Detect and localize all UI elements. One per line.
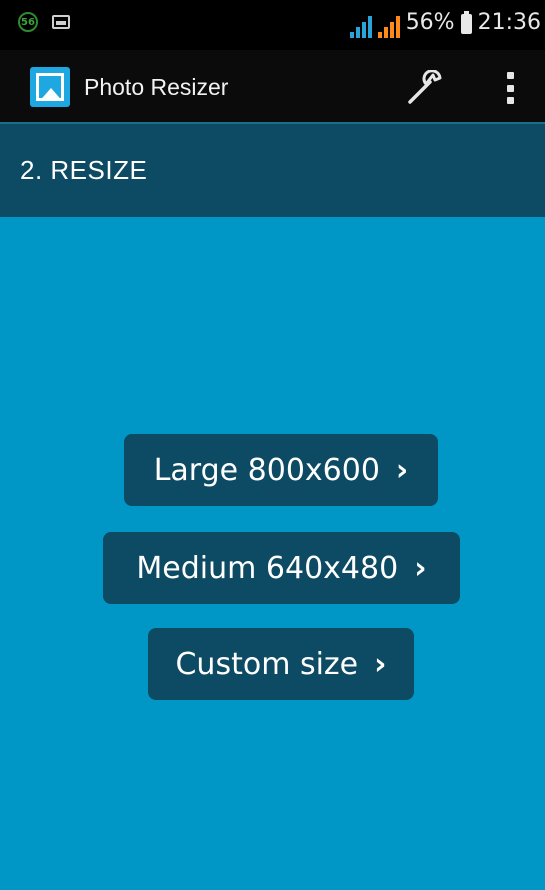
action-bar: Photo Resizer	[0, 50, 545, 124]
custom-size-button[interactable]: Custom size ›	[148, 628, 414, 700]
cell-signal-icon	[377, 16, 400, 38]
app-logo-icon[interactable]	[30, 67, 70, 107]
data-signal-icon	[349, 16, 372, 38]
chevron-right-icon: ›	[395, 452, 409, 488]
app-logo-frame	[36, 73, 64, 101]
overflow-dot	[506, 97, 514, 104]
overflow-dot	[506, 84, 514, 92]
battery-icon	[460, 11, 472, 34]
screen: 56 56% 21:36 Photo Resizer 2. RESIZE Lar…	[0, 0, 545, 890]
overflow-dot	[506, 72, 514, 79]
status-right: 56% 21:36	[349, 8, 541, 38]
wrench-icon[interactable]	[404, 70, 444, 106]
custom-size-label: Custom size	[175, 646, 359, 682]
status-bar: 56 56% 21:36	[0, 0, 545, 50]
gallery-notification-icon	[52, 15, 70, 29]
battery-percent: 56%	[405, 10, 455, 35]
step-title: 2. RESIZE	[20, 155, 148, 185]
medium-size-label: Medium 640x480	[136, 550, 399, 586]
status-left: 56	[18, 12, 70, 32]
app-title: Photo Resizer	[84, 74, 229, 100]
notification-badge-icon: 56	[18, 12, 38, 32]
step-header: 2. RESIZE	[0, 124, 545, 217]
chevron-right-icon: ›	[374, 646, 387, 682]
large-size-button[interactable]: Large 800x600 ›	[124, 434, 438, 506]
clock: 21:36	[477, 10, 541, 35]
medium-size-button[interactable]: Medium 640x480 ›	[103, 532, 460, 604]
chevron-right-icon: ›	[414, 550, 427, 586]
overflow-menu-icon[interactable]	[498, 70, 522, 106]
large-size-label: Large 800x600	[153, 452, 380, 488]
